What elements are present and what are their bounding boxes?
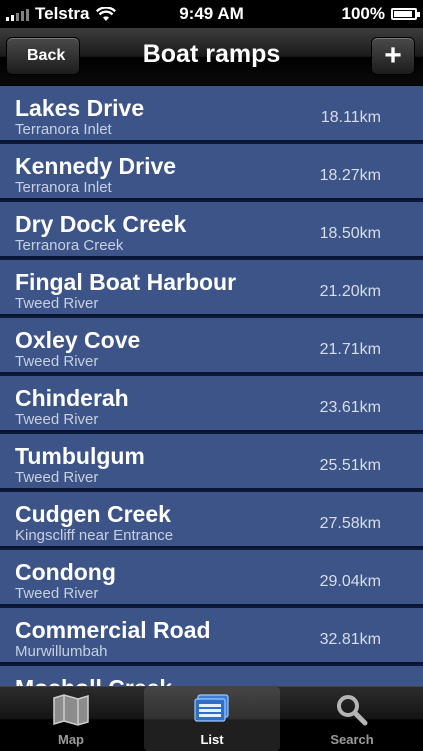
list-item[interactable]: Lakes Drive Terranora Inlet 18.11km <box>0 86 423 142</box>
list-item[interactable]: Oxley Cove Tweed River 21.71km <box>0 318 423 374</box>
ramp-distance: 27.58km <box>319 515 381 532</box>
ramp-distance: 18.27km <box>319 167 381 184</box>
navigation-bar: Back Boat ramps + <box>0 28 423 86</box>
ramp-list[interactable]: Lakes Drive Terranora Inlet 18.11km Kennedy… <box>0 86 423 686</box>
ramp-distance: 23.61km <box>319 399 381 416</box>
list-item[interactable]: Fingal Boat Harbour Tweed River 21.20km <box>0 260 423 316</box>
tab-list-label: List <box>200 732 224 747</box>
ramp-name: Tumbulgum <box>15 443 145 469</box>
ramp-location: Murwillumbah <box>15 643 108 660</box>
ramp-name: Mosholl Creek <box>15 675 172 686</box>
ramp-name: Fingal Boat Harbour <box>15 269 237 295</box>
tab-bar: Map List Search <box>0 686 423 751</box>
list-item[interactable]: Chinderah Tweed River 23.61km <box>0 376 423 432</box>
ramp-location: Tweed River <box>15 585 99 602</box>
battery-fill <box>394 11 412 17</box>
ramp-name: Commercial Road <box>15 617 211 643</box>
ramp-distance: 29.04km <box>319 573 381 590</box>
ramp-distance: 18.11km <box>320 109 381 126</box>
list-item[interactable]: Tumbulgum Tweed River 25.51km <box>0 434 423 490</box>
tab-map[interactable]: Map <box>3 687 139 751</box>
list-icon <box>194 694 229 722</box>
list-item[interactable]: Commercial Road Murwillumbah 32.81km <box>0 608 423 664</box>
ramp-location: Tweed River <box>15 353 99 370</box>
ramp-name: Cudgen Creek <box>15 501 171 527</box>
ramp-distance: 21.71km <box>319 341 381 358</box>
ramp-name: Dry Dock Creek <box>15 211 187 237</box>
list-item[interactable]: Mosholl Creek <box>0 666 423 686</box>
ramp-distance: 21.20km <box>319 283 381 300</box>
ramp-location: Kingscliff near Entrance <box>15 527 174 544</box>
ramp-location: Tweed River <box>15 295 99 312</box>
ramp-name: Lakes Drive <box>15 95 145 121</box>
status-bar: Telstra 9:49 AM 100% <box>0 0 423 28</box>
ramp-location: Tweed River <box>15 469 99 486</box>
ramp-location: Tweed River <box>15 411 99 428</box>
tab-search-label: Search <box>330 732 374 747</box>
status-right: 100% <box>341 4 420 24</box>
list-item[interactable]: Cudgen Creek Kingscliff near Entrance 27.5… <box>0 492 423 548</box>
ramp-location: Terranora Inlet <box>15 179 112 196</box>
ramp-name: Kennedy Drive <box>15 153 177 179</box>
ramp-location: Terranora Inlet <box>15 121 112 138</box>
list-item[interactable]: Kennedy Drive Terranora Inlet 18.27km <box>0 144 423 200</box>
ramp-name: Oxley Cove <box>15 327 141 353</box>
add-button[interactable]: + <box>371 37 415 75</box>
ramp-name: Condong <box>15 559 116 585</box>
battery-icon <box>391 8 420 20</box>
ramp-name: Chinderah <box>15 385 129 411</box>
battery-percent: 100% <box>341 4 385 23</box>
map-icon <box>53 694 89 726</box>
list-item[interactable]: Condong Tweed River 29.04km <box>0 550 423 606</box>
page-title: Boat ramps <box>142 40 281 68</box>
tab-list[interactable]: List <box>144 687 280 751</box>
list-item[interactable]: Dry Dock Creek Terranora Creek 18.50km <box>0 202 423 258</box>
ramp-distance: 32.81km <box>319 631 381 648</box>
search-icon <box>337 695 368 726</box>
tab-search[interactable]: Search <box>284 687 420 751</box>
ramp-distance: 25.51km <box>319 457 381 474</box>
tab-map-label: Map <box>58 732 84 747</box>
ramp-distance: 18.50km <box>319 225 381 242</box>
plus-icon: + <box>384 39 402 72</box>
ramp-location: Terranora Creek <box>15 237 124 254</box>
